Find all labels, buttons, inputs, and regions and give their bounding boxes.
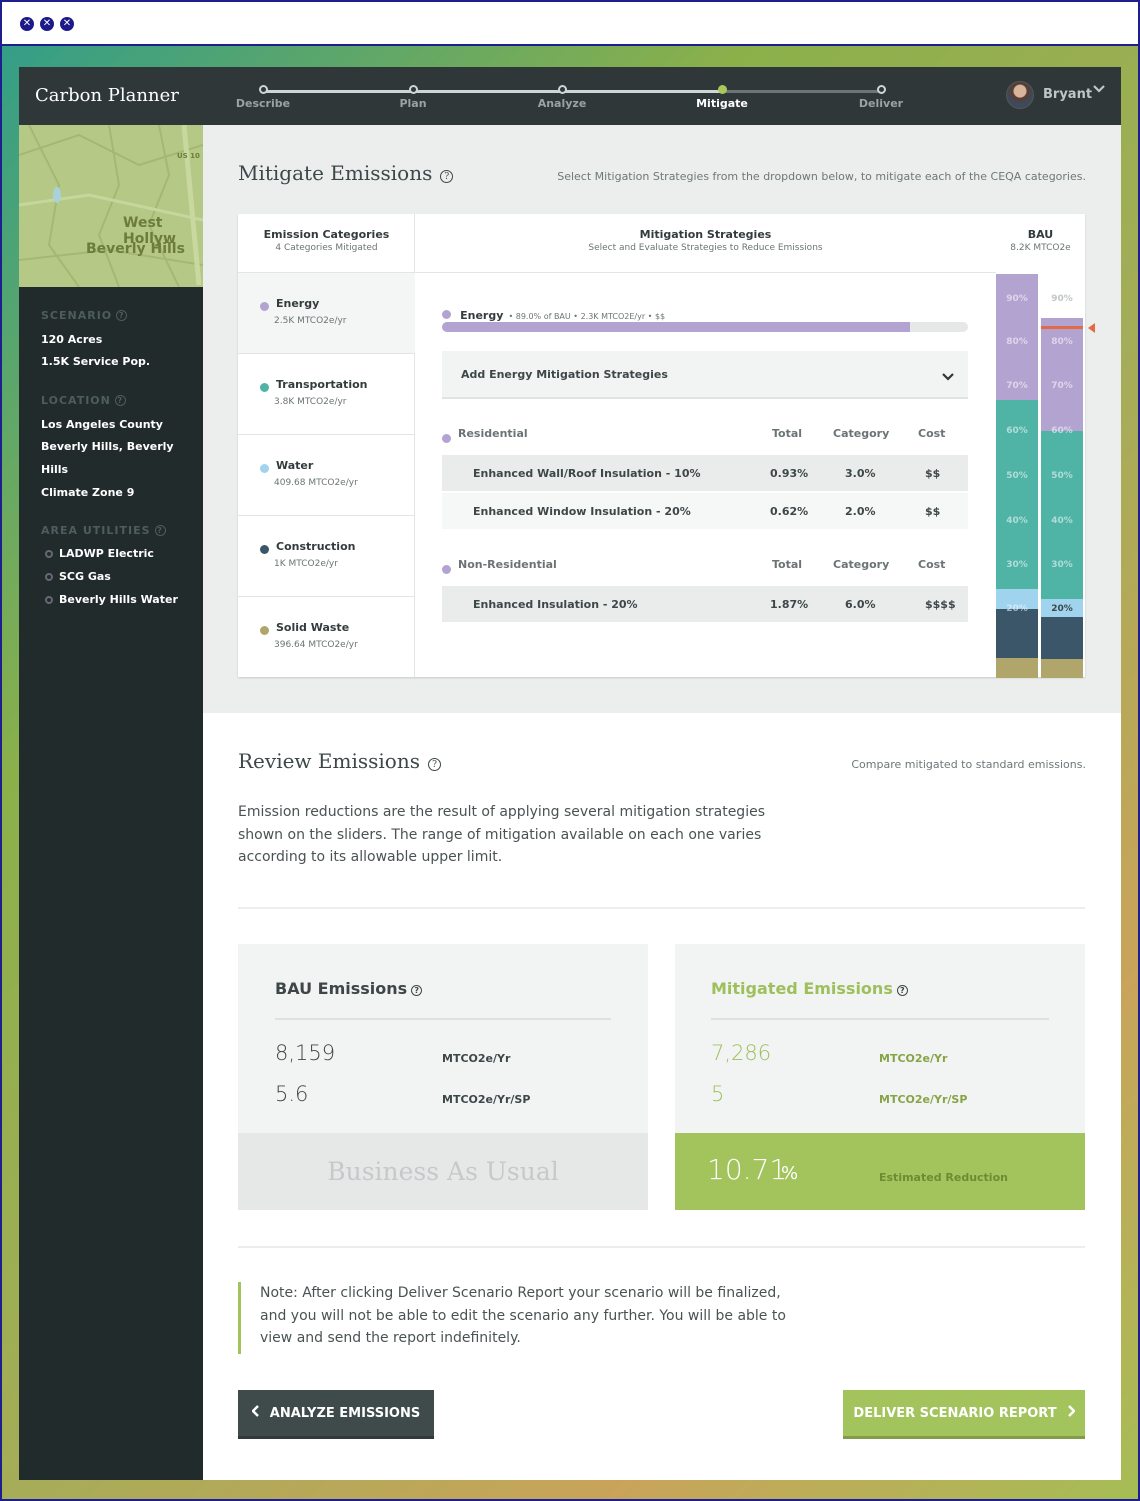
note-accent (238, 1282, 241, 1354)
strategy-row[interactable]: Enhanced Window Insulation - 20% 0.62% 2… (442, 493, 968, 529)
emission-categories: Emission Categories 4 Categories Mitigate… (238, 214, 415, 677)
scenario-heading: SCENARIO? (41, 309, 128, 322)
category-transportation[interactable]: Transportation 3.8K MTCO2e/yr (238, 353, 415, 434)
reduction-banner: 10.71 % Estimated Reduction (675, 1133, 1085, 1210)
user-name: Bryant (1043, 87, 1093, 102)
category-energy[interactable]: Energy 2.5K MTCO2e/yr (238, 272, 415, 353)
help-icon: ? (116, 310, 128, 321)
maximize-window-icon[interactable]: ✕ (60, 17, 74, 31)
map-label: Beverly Hills (86, 241, 185, 257)
utility-item: LADWP Electric (45, 547, 154, 560)
chevron-down-icon (942, 368, 954, 387)
utility-item: SCG Gas (45, 570, 111, 583)
bau-per-sp-unit: MTCO2e/Yr/SP (442, 1093, 531, 1106)
step-describe[interactable]: Describe (223, 85, 303, 110)
review-subtitle: Compare mitigated to standard emissions. (851, 758, 1086, 771)
utilities-heading: AREA UTILITIES? (41, 524, 166, 537)
step-deliver[interactable]: Deliver (841, 85, 921, 110)
category-construction[interactable]: Construction 1K MTCO2e/yr (238, 515, 415, 596)
step-analyze[interactable]: Analyze (522, 85, 602, 110)
energy-summary: Energy • 89.0% of BAU • 2.3K MTCO2E/yr •… (442, 304, 665, 323)
map-label: US 10 (177, 152, 200, 160)
analyze-emissions-button[interactable]: ANALYZE EMISSIONS (238, 1390, 434, 1439)
mitigated-title: Mitigated Emissions? (711, 979, 908, 998)
bau-per-sp-value: 5.6 (275, 1082, 309, 1106)
mitigation-card: Emission Categories 4 Categories Mitigate… (238, 214, 1095, 678)
help-icon: ? (411, 985, 423, 996)
climate-zone: Climate Zone 9 (41, 486, 135, 499)
bau-annual-value: 8,159 (275, 1041, 336, 1065)
nonresidential-header: Non-Residential Total Category Cost (442, 558, 968, 578)
bau-annual-unit: MTCO2e/Yr (442, 1052, 511, 1065)
strategy-row[interactable]: Enhanced Insulation - 20% 1.87% 6.0% $$$… (442, 586, 968, 622)
add-strategies-dropdown[interactable]: Add Energy Mitigation Strategies (442, 351, 968, 399)
divider (238, 1246, 1085, 1248)
help-icon: ? (440, 170, 454, 183)
close-window-icon[interactable]: ✕ (20, 17, 34, 31)
reduction-unit: % (781, 1163, 799, 1184)
section-subtitle: Select Mitigation Strategies from the dr… (557, 170, 1086, 183)
step-mitigate[interactable]: Mitigate (682, 85, 762, 110)
help-icon: ? (896, 985, 908, 996)
avatar (1006, 81, 1034, 109)
residential-header: Residential Total Category Cost (442, 427, 968, 447)
mitigated-emissions-box: Mitigated Emissions? 7,286 MTCO2e/Yr 5 M… (675, 944, 1085, 1210)
location-city: Beverly Hills, Beverly (41, 440, 174, 453)
deliver-scenario-report-button[interactable]: DELIVER SCENARIO REPORT (843, 1390, 1085, 1439)
section-title: Mitigate Emissions? (238, 161, 454, 185)
finalize-note: Note: After clicking Deliver Scenario Re… (260, 1285, 786, 1346)
location-county: Los Angeles County (41, 418, 163, 431)
review-title: Review Emissions? (238, 749, 441, 773)
chevron-left-icon (251, 1390, 260, 1437)
bau-bars: BAU 8.2K MTCO2e 90% 80% 70% 60% 50% 40% 3… (996, 214, 1095, 678)
mitigated-bar: 90% 80% 70% 60% 50% 40% 30% 20% (1041, 274, 1083, 678)
minimize-window-icon[interactable]: ✕ (40, 17, 54, 31)
reduction-value: 10.71 (707, 1153, 788, 1186)
mitigated-per-sp-unit: MTCO2e/Yr/SP (879, 1093, 968, 1106)
help-icon: ? (427, 758, 441, 771)
top-bar: Carbon Planner Describe Plan Analyze Mit… (19, 67, 1121, 125)
utility-item: Beverly Hills Water (45, 593, 178, 606)
reduction-label: Estimated Reduction (879, 1171, 1008, 1184)
bau-bar: 90% 80% 70% 60% 50% 40% 30% 20% (996, 274, 1038, 678)
radio-icon (45, 573, 53, 581)
bau-footer: Business As Usual (238, 1133, 648, 1210)
chevron-right-icon (1067, 1390, 1076, 1437)
mitigated-annual-unit: MTCO2e/Yr (879, 1052, 948, 1065)
reduction-marker-icon (1088, 323, 1095, 333)
bau-emissions-box: BAU Emissions? 8,159 MTCO2e/Yr 5.6 MTCO2… (238, 944, 648, 1210)
scenario-acres: 120 Acres (41, 333, 103, 346)
category-water[interactable]: Water 409.68 MTCO2e/yr (238, 434, 415, 515)
help-icon: ? (154, 525, 166, 536)
review-section: Review Emissions? Compare mitigated to s… (203, 713, 1121, 1480)
location-map[interactable]: West Hollyw Beverly Hills US 10 (19, 125, 203, 287)
strategy-row[interactable]: Enhanced Wall/Roof Insulation - 10% 0.93… (442, 455, 968, 491)
chevron-down-icon (1093, 83, 1105, 99)
category-solid-waste[interactable]: Solid Waste 396.64 MTCO2e/yr (238, 596, 415, 677)
app-title: Carbon Planner (35, 85, 179, 106)
mitigation-strategies: Mitigation Strategies Select and Evaluate… (415, 214, 996, 677)
bau-title: BAU Emissions? (275, 979, 423, 998)
scenario-population: 1.5K Service Pop. (41, 355, 151, 368)
mitigated-annual-value: 7,286 (711, 1041, 772, 1065)
sidebar: West Hollyw Beverly Hills US 10 SCENARIO… (19, 125, 203, 1480)
window-titlebar: ✕ ✕ ✕ (2, 2, 1138, 46)
divider (238, 907, 1085, 909)
mitigated-per-sp-value: 5 (711, 1082, 725, 1106)
radio-icon (45, 596, 53, 604)
location-heading: LOCATION? (41, 394, 126, 407)
app-container: Carbon Planner Describe Plan Analyze Mit… (19, 67, 1121, 1480)
energy-progress-bar (442, 322, 968, 332)
radio-icon (45, 550, 53, 558)
mitigate-section: Mitigate Emissions? Select Mitigation St… (203, 125, 1121, 713)
location-city-cont: Hills (41, 463, 69, 476)
help-icon: ? (114, 395, 126, 406)
review-description: Emission reductions are the result of ap… (238, 804, 765, 865)
step-plan[interactable]: Plan (373, 85, 453, 110)
